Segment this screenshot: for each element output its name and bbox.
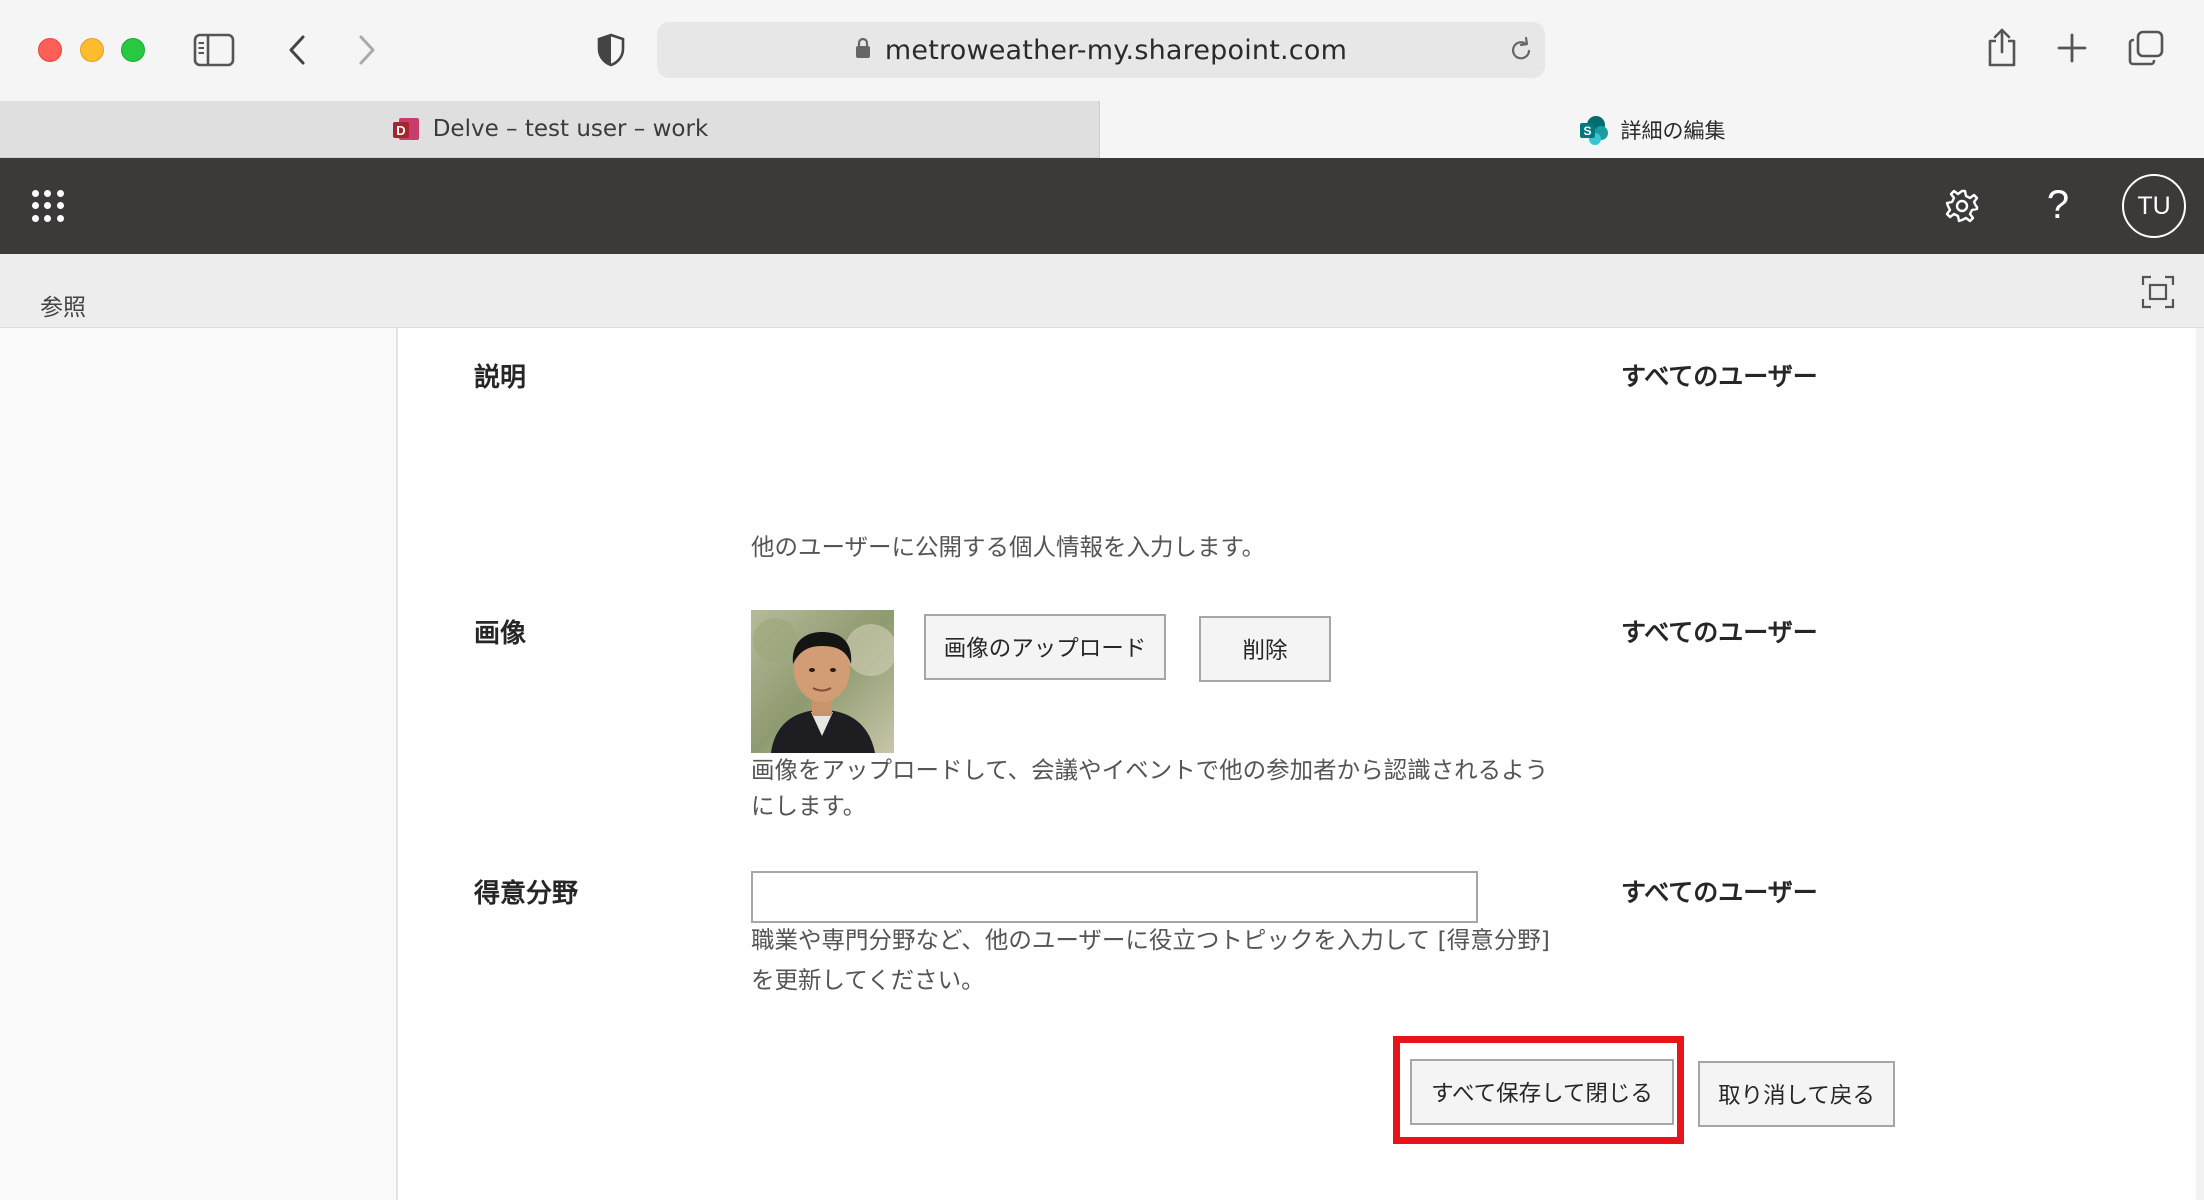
delete-picture-button[interactable]: 削除	[1199, 616, 1331, 682]
svg-text:D: D	[396, 123, 405, 138]
tab-edit-details[interactable]: S 詳細の編集	[1100, 101, 2204, 158]
description-scope: すべてのユーザー	[1621, 362, 1818, 391]
reload-icon[interactable]	[1507, 36, 1535, 64]
description-hint: 他のユーザーに公開する個人情報を入力します。	[751, 533, 1266, 561]
delve-favicon-icon: D	[391, 114, 421, 144]
minimize-window-button[interactable]	[80, 38, 104, 62]
url-text: metroweather-my.sharepoint.com	[884, 34, 1348, 66]
focus-content-icon[interactable]	[2140, 274, 2176, 310]
picture-scope: すべてのユーザー	[1621, 618, 1818, 647]
left-navigation-panel	[0, 328, 398, 1200]
picture-hint-line1: 画像をアップロードして、会議やイベントで他の参加者から認識されるよう	[751, 756, 1549, 784]
address-bar[interactable]: metroweather-my.sharepoint.com	[657, 22, 1545, 78]
save-all-and-close-button[interactable]: すべて保存して閉じる	[1410, 1059, 1674, 1125]
suite-bar	[0, 158, 2204, 254]
tab-overview-icon[interactable]	[2126, 28, 2166, 68]
tab-delve[interactable]: D Delve – test user – work	[0, 101, 1100, 158]
share-icon[interactable]	[1984, 24, 2020, 70]
tab-label: 詳細の編集	[1620, 118, 1726, 143]
picture-label: 画像	[474, 619, 527, 649]
sidebar-toggle-icon[interactable]	[192, 30, 236, 70]
upload-picture-button[interactable]: 画像のアップロード	[924, 614, 1166, 680]
sharepoint-favicon-icon: S	[1579, 115, 1609, 145]
cancel-and-return-button[interactable]: 取り消して戻る	[1698, 1061, 1895, 1127]
ribbon-bar	[0, 254, 2204, 328]
back-icon[interactable]	[282, 30, 312, 70]
skills-hint-line1: 職業や専門分野など、他のユーザーに役立つトピックを入力して [得意分野]	[751, 926, 1550, 954]
skills-scope: すべてのユーザー	[1621, 878, 1818, 907]
ribbon-tab-browse[interactable]: 参照	[40, 288, 86, 322]
privacy-shield-icon[interactable]	[594, 30, 628, 70]
picture-hint-line2: にします。	[751, 792, 867, 820]
app-launcher-icon[interactable]	[32, 190, 64, 222]
zoom-window-button[interactable]	[121, 38, 145, 62]
page-edge	[2196, 328, 2204, 1200]
skills-label: 得意分野	[474, 879, 579, 909]
tab-label: Delve – test user – work	[432, 116, 709, 142]
new-tab-icon[interactable]	[2054, 30, 2090, 66]
svg-text:S: S	[1583, 124, 1591, 138]
description-label: 説明	[474, 363, 527, 393]
settings-gear-icon[interactable]	[1942, 186, 1982, 226]
user-avatar[interactable]: TU	[2122, 174, 2186, 238]
help-button[interactable]: ?	[2040, 180, 2076, 230]
forward-icon[interactable]	[352, 30, 382, 70]
skills-input[interactable]	[751, 871, 1478, 923]
profile-photo	[751, 610, 894, 753]
close-window-button[interactable]	[38, 38, 62, 62]
lock-icon	[855, 35, 871, 66]
skills-hint-line2: を更新してください。	[751, 966, 985, 994]
